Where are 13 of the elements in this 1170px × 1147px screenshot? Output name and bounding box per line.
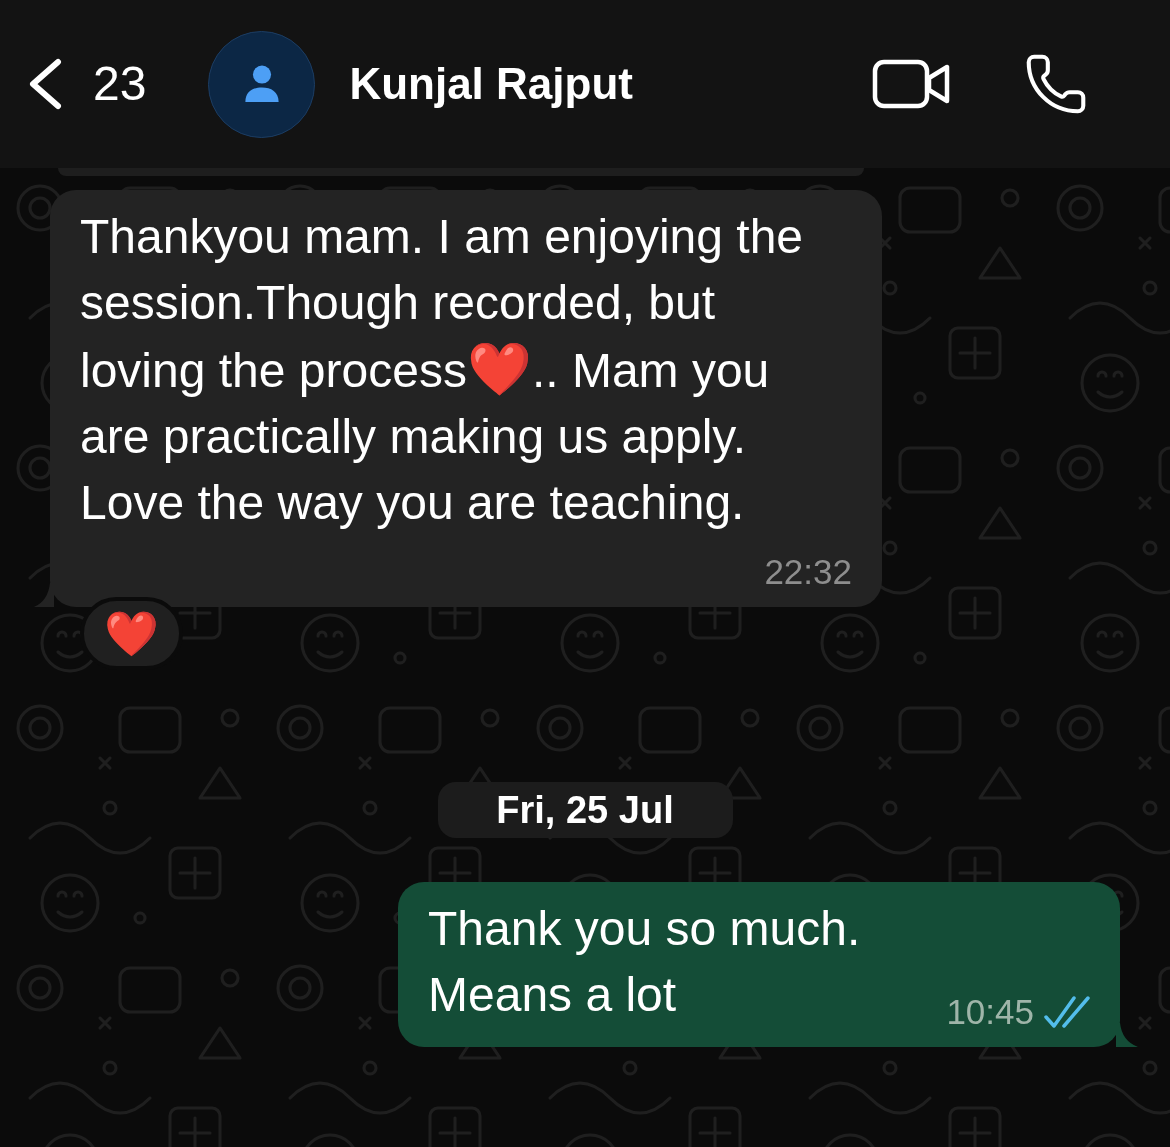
message-text: Thank you so much. Means a lot: [428, 901, 861, 1023]
message-time: 22:32: [764, 554, 852, 590]
person-icon: [244, 65, 279, 103]
date-label: Fri, 25 Jul: [437, 782, 733, 838]
phone-call-button[interactable]: [1026, 54, 1086, 114]
back-button[interactable]: 23: [27, 58, 147, 110]
contact-name[interactable]: Kunjal Rajput: [349, 62, 633, 106]
message-text: Thankyou mam. I am enjoying the session.Though recorded, but loving the process❤.. Mam you are practically making us apply. Love the way you are teaching.: [80, 209, 805, 531]
message-time: 10:45: [946, 994, 1034, 1030]
video-call-button[interactable]: [872, 59, 950, 109]
video-camera-icon: [872, 59, 950, 109]
phone-icon: [1026, 54, 1086, 114]
chevron-left-icon: [27, 58, 63, 110]
